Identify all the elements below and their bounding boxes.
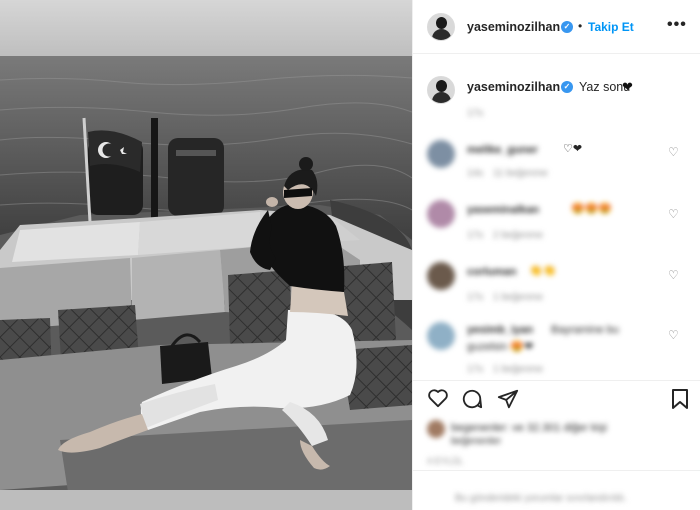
post-date: 4 EYLÜL <box>427 456 464 466</box>
comment-username[interactable]: corluman <box>467 266 517 278</box>
likes-sub: beğenenler <box>451 436 502 447</box>
comments-restricted-footer: Bu gönderideki yorumlar sınırlandırıldı. <box>413 470 700 510</box>
comment-time: 14s <box>467 168 484 179</box>
caption-username[interactable]: yaseminozilhan <box>467 80 560 94</box>
separator-dot: • <box>578 19 583 33</box>
heart-icon[interactable]: ♡ <box>668 268 679 282</box>
comment-likes[interactable]: 1 beğenme <box>493 292 543 303</box>
comment-text-line2: guzelsin 😍❤ <box>467 341 534 353</box>
caption-time: 17s <box>467 108 484 119</box>
footer-text: Bu gönderideki yorumlar sınırlandırıldı. <box>455 493 627 504</box>
heart-icon[interactable]: ♡ <box>668 328 679 342</box>
comment-time: 17s <box>467 292 484 303</box>
comment-time: 17s <box>467 364 484 375</box>
verified-badge-icon: ✓ <box>561 81 573 93</box>
verified-badge-icon: ✓ <box>561 21 573 33</box>
caption-avatar[interactable] <box>427 76 455 104</box>
action-bar <box>413 380 700 416</box>
header-username[interactable]: yaseminozilhan <box>467 20 560 34</box>
boat-photo-illustration <box>0 0 412 510</box>
comment-text: 👏👏 <box>529 265 557 277</box>
heart-icon[interactable]: ♡ <box>668 145 679 159</box>
comment-avatar[interactable] <box>427 200 455 228</box>
liker-avatar[interactable] <box>427 420 445 438</box>
comment-text: ♡❤ <box>563 143 583 155</box>
comment-text: Bayramine bu <box>551 324 619 336</box>
black-heart-emoji: ❤ <box>622 79 633 94</box>
heart-icon[interactable]: ♡ <box>668 207 679 221</box>
comment-username[interactable]: yaseminalkan <box>467 204 539 216</box>
comment-avatar[interactable] <box>427 322 455 350</box>
comment-avatar[interactable] <box>427 262 455 290</box>
comment-likes[interactable]: 1 beğenme <box>493 364 543 375</box>
more-options-icon[interactable]: ••• <box>667 16 687 34</box>
comment-avatar[interactable] <box>427 140 455 168</box>
share-icon[interactable] <box>497 388 519 415</box>
comment-text: 😍😍😍 <box>571 203 613 215</box>
likes-summary[interactable]: begenenler: ve 32.301 diğer kişi <box>451 422 607 434</box>
comment-username[interactable]: yesimb_iyan <box>467 324 533 336</box>
avatar[interactable] <box>427 13 455 41</box>
comment-username[interactable]: melike_guner <box>467 144 538 156</box>
heart-icon[interactable] <box>427 388 449 413</box>
post-side-panel: yaseminozilhan ✓ • Takip Et ••• yasemino… <box>412 0 700 510</box>
follow-button[interactable]: Takip Et <box>588 20 634 34</box>
bookmark-icon[interactable] <box>671 388 689 415</box>
comment-time: 17s <box>467 230 484 241</box>
post-photo <box>0 0 412 510</box>
comment-likes[interactable]: 2 beğenme <box>493 230 543 241</box>
comment-likes[interactable]: 11 beğenme <box>493 168 548 179</box>
post-header: yaseminozilhan ✓ • Takip Et ••• <box>413 0 700 54</box>
comment-icon[interactable] <box>461 388 483 415</box>
